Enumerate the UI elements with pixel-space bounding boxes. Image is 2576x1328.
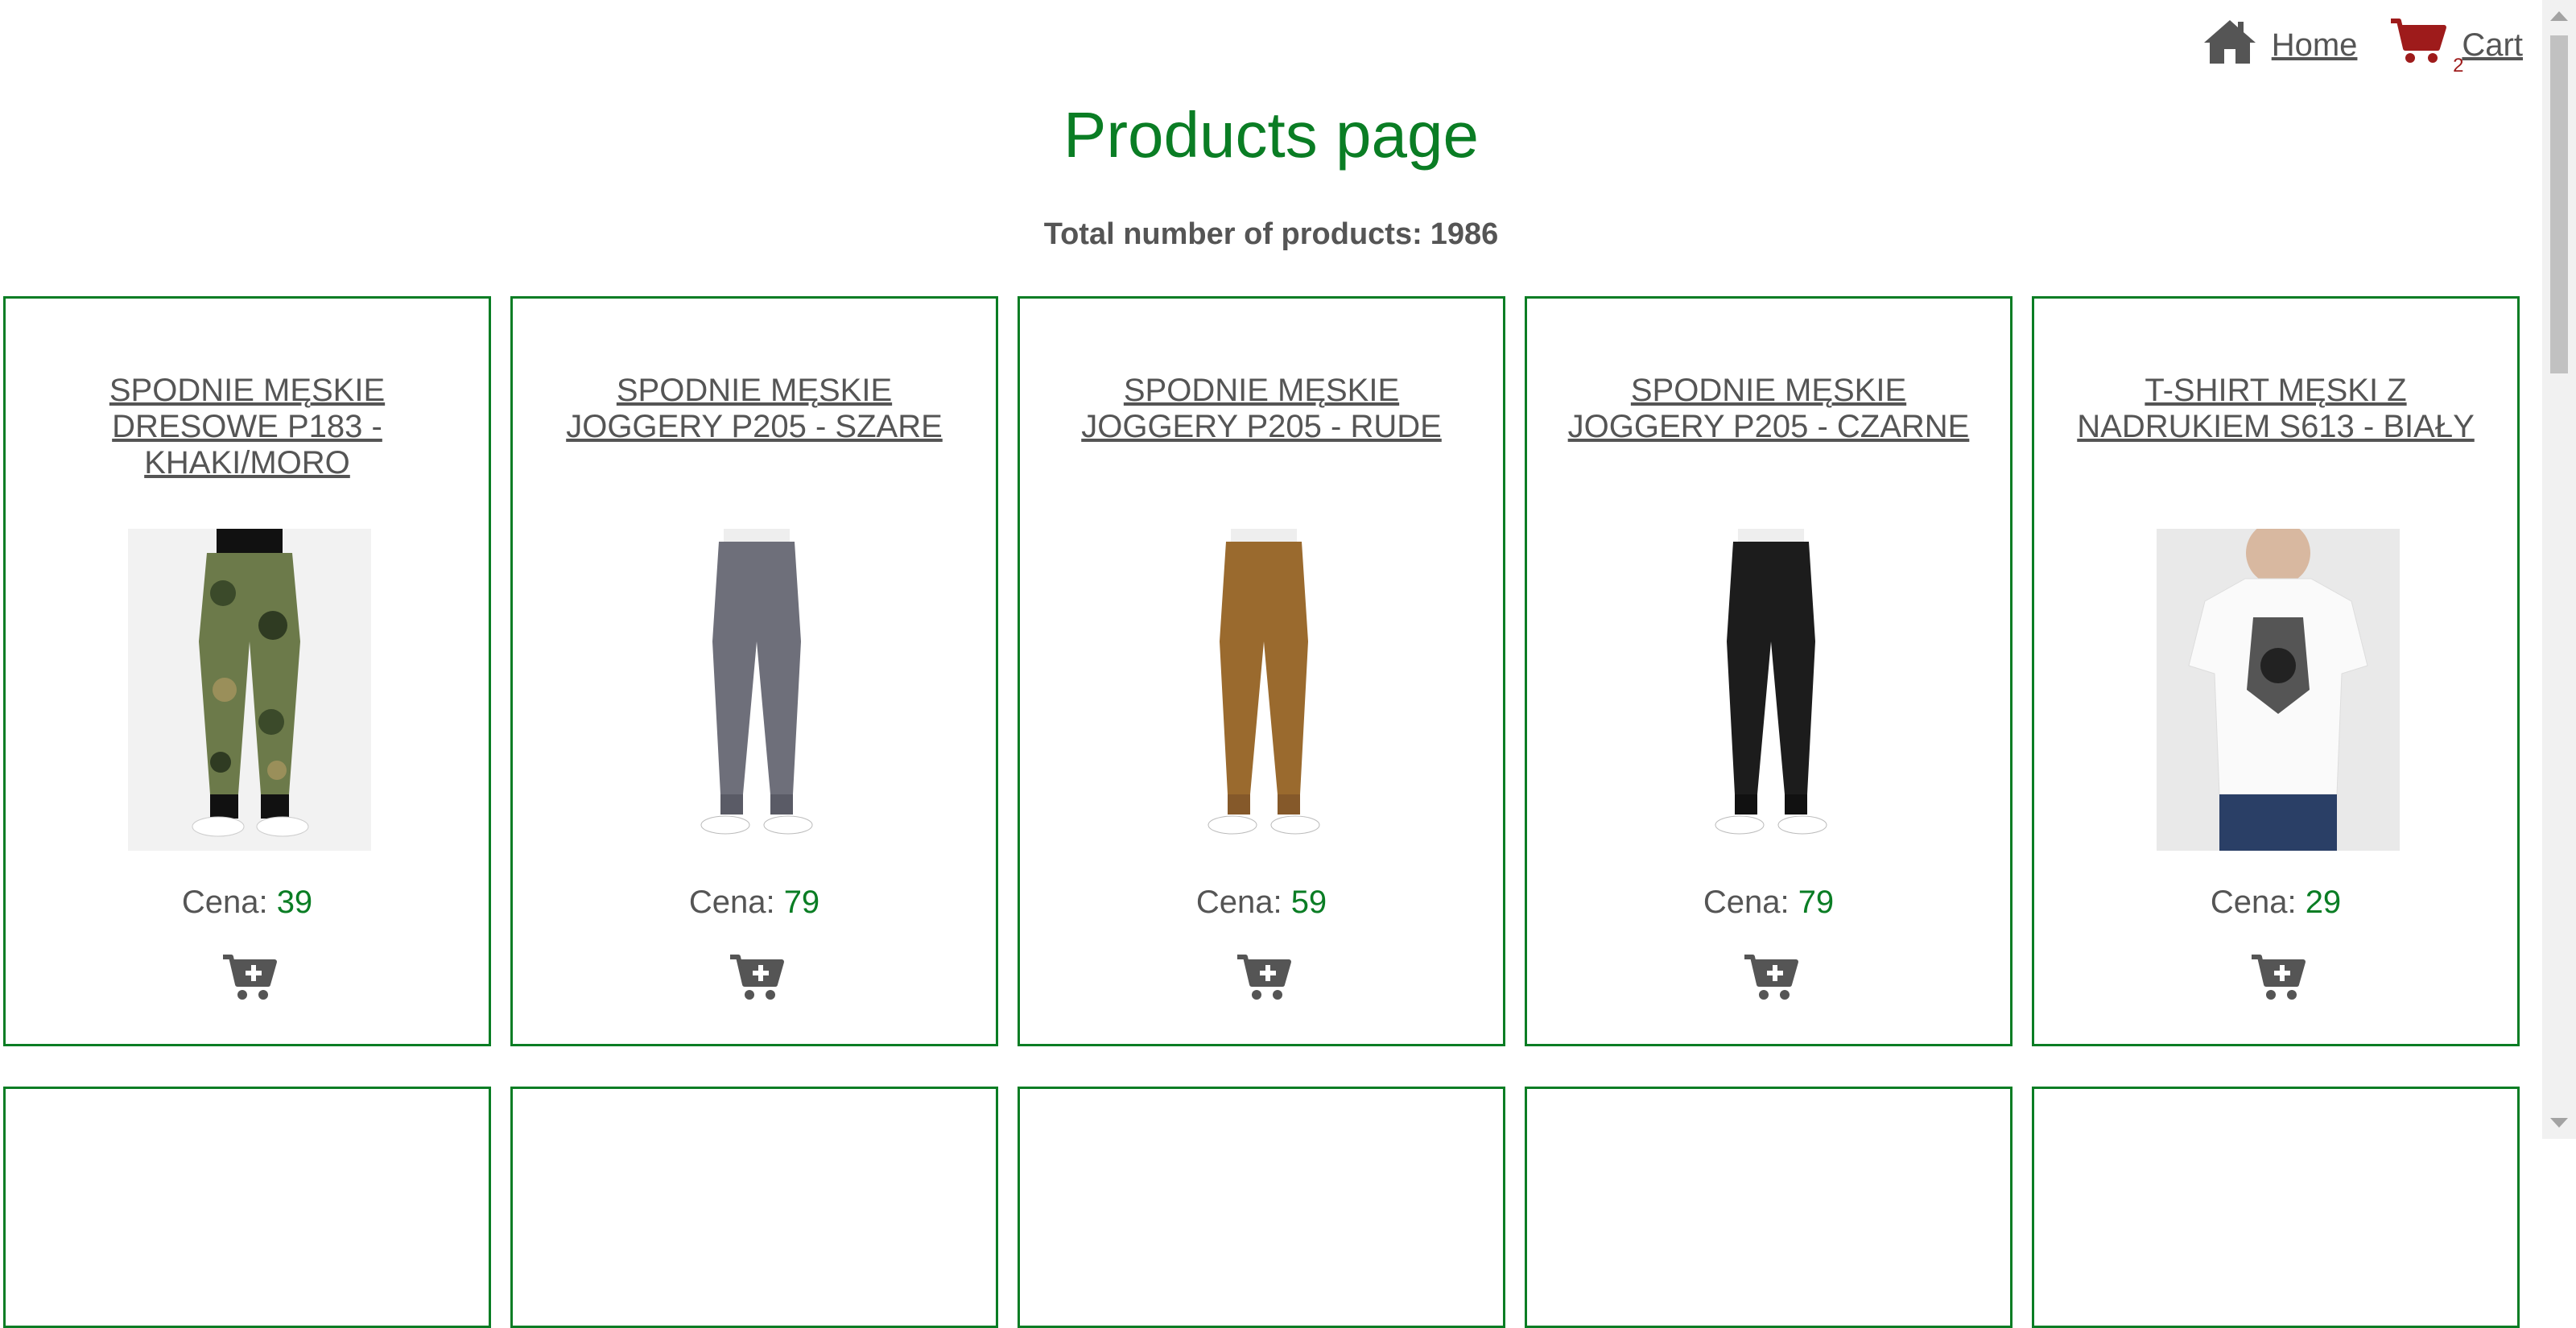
price-value: 79 [783,885,820,920]
product-title-link[interactable]: SPODNIE MĘSKIE JOGGERY P205 - SZARE [545,373,964,445]
product-card: SPODNIE MĘSKIE JOGGERY P205 - RUDE Cena:… [1018,296,1505,1046]
page-title: Products page [1063,99,1479,171]
total-products: Total number of products: 1986 [0,217,2542,252]
product-price: Cena: 79 [513,885,996,921]
total-products-label: Total number of products: [1043,217,1422,251]
vertical-scrollbar[interactable] [2542,0,2576,1139]
product-grid: SPODNIE MĘSKIE DRESOWE P183 - KHAKI/MORO… [3,296,2520,1328]
product-card: SPODNIE MĘSKIE JOGGERY P205 - SZARE Cena… [510,296,998,1046]
product-card: SPODNIE MĘSKIE JOGGERY P205 - CZARNE Cen… [1525,296,2013,1046]
add-to-cart-icon [1237,955,1291,1000]
home-link[interactable]: Home [2202,17,2358,73]
shopping-cart-icon: 2 [2389,16,2463,76]
add-to-cart-button[interactable] [729,952,785,1004]
product-price: Cena: 59 [1020,885,1503,921]
top-navigation: Home 2 Cart [2170,16,2523,76]
scroll-down-arrow-icon[interactable] [2550,1118,2568,1128]
product-card: SPODNIE MĘSKIE DRESOWE P183 - KHAKI/MORO… [3,296,491,1046]
product-image[interactable] [2157,529,2400,851]
price-label: Cena: [688,885,775,920]
product-card-partial [3,1087,491,1328]
product-title-link[interactable]: SPODNIE MĘSKIE JOGGERY P205 - CZARNE [1559,373,1978,445]
product-card-partial [1525,1087,2013,1328]
product-title-link[interactable]: T-SHIRT MĘSKI Z NADRUKIEM S613 - BIAŁY [2066,373,2485,445]
add-to-cart-button[interactable] [2250,952,2306,1004]
product-image[interactable] [635,529,878,851]
price-label: Cena: [181,885,268,920]
product-price: Cena: 79 [1527,885,2010,921]
product-image[interactable] [1649,529,1893,851]
add-to-cart-button[interactable] [1743,952,1799,1004]
product-card-partial [1018,1087,1505,1328]
add-to-cart-icon [223,955,277,1000]
price-value: 29 [2305,885,2342,920]
product-card: T-SHIRT MĘSKI Z NADRUKIEM S613 - BIAŁY C… [2032,296,2520,1046]
product-card-partial [510,1087,998,1328]
price-value: 39 [276,885,313,920]
product-card-partial [2032,1087,2520,1328]
product-image[interactable] [128,529,371,851]
add-to-cart-icon [2252,955,2306,1000]
price-value: 59 [1290,885,1327,920]
scroll-up-arrow-icon[interactable] [2550,11,2568,21]
scrollbar-thumb[interactable] [2550,35,2568,373]
products-page: Home 2 Cart Products page Total number o… [0,0,2542,1328]
add-to-cart-button[interactable] [1236,952,1292,1004]
price-label: Cena: [1703,885,1790,920]
add-to-cart-icon [730,955,784,1000]
total-products-count: 1986 [1430,217,1499,251]
cart-count-badge: 2 [2453,55,2464,76]
product-title-link[interactable]: SPODNIE MĘSKIE DRESOWE P183 - KHAKI/MORO [38,373,456,481]
price-value: 79 [1798,885,1835,920]
cart-link-label: Cart [2462,27,2523,63]
price-label: Cena: [1195,885,1282,920]
price-label: Cena: [2210,885,2297,920]
home-link-label: Home [2271,27,2358,63]
product-price: Cena: 29 [2034,885,2517,921]
add-to-cart-icon [1744,955,1798,1000]
product-title-link[interactable]: SPODNIE MĘSKIE JOGGERY P205 - RUDE [1052,373,1471,445]
home-icon [2202,17,2257,73]
product-image[interactable] [1142,529,1385,851]
cart-link[interactable]: 2 Cart [2389,16,2523,76]
product-price: Cena: 39 [6,885,489,921]
add-to-cart-button[interactable] [221,952,278,1004]
